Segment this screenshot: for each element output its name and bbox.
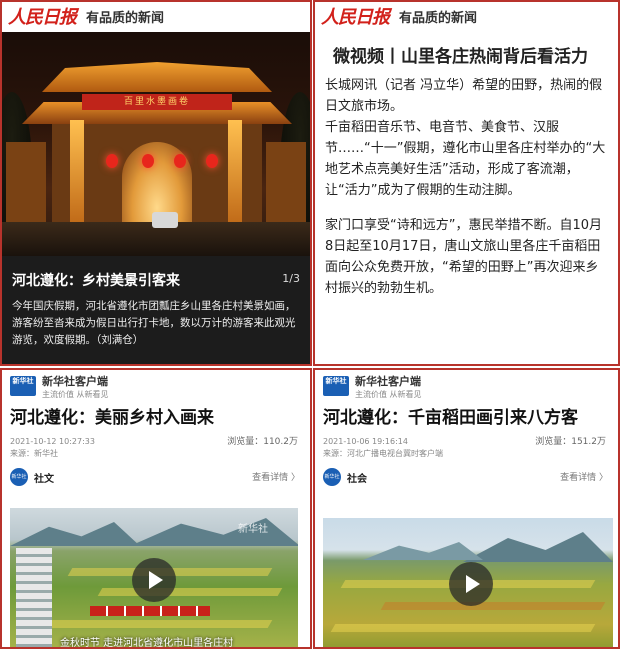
side-building bbox=[266, 142, 306, 222]
xinhua-slogan: 主流价值 从新看见 bbox=[42, 389, 109, 399]
category-row: 新华社 社会 查看详情 〉 bbox=[315, 460, 618, 486]
post-title[interactable]: 河北遵化：美丽乡村入画来 bbox=[2, 402, 310, 430]
caption-text: 今年国庆假期，河北省遵化市团瓢庄乡山里各庄村美景如画，游客纷至沓来成为假日出行打… bbox=[12, 300, 296, 346]
category-label: 社会 bbox=[347, 473, 367, 485]
post-title[interactable]: 河北遵化：千亩稻田画引来八方客 bbox=[315, 402, 618, 430]
post-source: 来源：新华社 bbox=[10, 449, 58, 458]
xinhua-header: 新华社 新华社客户端 主流价值 从新看见 bbox=[315, 370, 618, 402]
people-daily-slogan: 有品质的新闻 bbox=[399, 10, 478, 26]
xinhua-app-name: 新华社客户端 bbox=[42, 374, 108, 388]
village-gate-photo[interactable]: 百里水墨画卷 bbox=[2, 32, 310, 256]
field-strip bbox=[47, 620, 273, 628]
lantern-icon bbox=[206, 154, 218, 168]
view-details-link[interactable]: 查看详情 〉 bbox=[252, 470, 300, 483]
article-paragraph: 长城网讯（记者 冯立华）希望的田野，热闹的假日文旅市场。 bbox=[325, 78, 603, 114]
lantern-icon bbox=[174, 154, 186, 168]
xinhua-app-name: 新华社客户端 bbox=[355, 374, 421, 388]
mountain bbox=[10, 522, 140, 546]
people-daily-slogan: 有品质的新闻 bbox=[86, 10, 165, 26]
caption-title: 河北遵化：乡村美景引客来 bbox=[12, 273, 180, 289]
category-row: 新华社 社文 查看详情 〉 bbox=[2, 460, 310, 486]
tourist-train bbox=[90, 606, 210, 616]
post-meta: 2021-10-06 19:16:14 来源：河北广播电视台冀时客户端 浏览量：… bbox=[315, 430, 618, 460]
xinhua-video-panel: 新华社 新华社客户端 主流价值 从新看见 河北遵化：千亩稻田画引来八方客 202… bbox=[313, 368, 620, 649]
article-paragraph: 千亩稻田音乐节、电音节、美食节、汉服节……“十一”假期，遵化市山里各庄村举办的“… bbox=[325, 120, 606, 198]
article-paragraph: 家门口享受“诗和远方”，惠民举措不断。自10月8日起至10月17日，唐山文旅山里… bbox=[325, 218, 603, 296]
view-details-link[interactable]: 查看详情 〉 bbox=[560, 470, 608, 483]
mountain bbox=[363, 542, 483, 560]
post-meta: 2021-10-12 10:27:33 来源：新华社 浏览量：110.2万 bbox=[2, 430, 310, 460]
field-strip bbox=[97, 588, 283, 596]
article-title: 微视频丨山里各庄热闹背后看活力 bbox=[333, 47, 588, 67]
gate-pillar bbox=[228, 120, 242, 224]
video-watermark: 新华社 bbox=[238, 524, 268, 535]
video-player[interactable] bbox=[323, 518, 613, 647]
view-count: 浏览量：110.2万 bbox=[227, 437, 298, 447]
play-icon[interactable] bbox=[132, 558, 176, 602]
play-icon[interactable] bbox=[449, 562, 493, 606]
post-source: 来源：河北广播电视台冀时客户端 bbox=[323, 449, 443, 458]
view-count: 浏览量：151.2万 bbox=[535, 437, 606, 447]
mountain bbox=[130, 518, 298, 546]
category-avatar: 新华社 bbox=[10, 468, 28, 486]
lantern-icon bbox=[106, 154, 118, 168]
mountain bbox=[463, 532, 613, 562]
article-panel: 人民日报 有品质的新闻 微视频丨山里各庄热闹背后看活力 长城网讯（记者 冯立华）… bbox=[313, 0, 620, 366]
car bbox=[152, 212, 178, 228]
field-strip bbox=[380, 602, 606, 610]
lantern-icon bbox=[142, 154, 154, 168]
photo-index: 1/3 bbox=[282, 272, 300, 285]
gate-upper-roof bbox=[42, 62, 272, 92]
xinhua-slogan: 主流价值 从新看见 bbox=[355, 389, 422, 399]
category-avatar: 新华社 bbox=[323, 468, 341, 486]
category-label: 社文 bbox=[34, 473, 54, 485]
video-player[interactable]: 新华社 金秋时节 走进河北省遵化市山里各庄村 bbox=[10, 508, 298, 649]
xinhua-video-panel: 新华社 新华社客户端 主流价值 从新看见 河北遵化：美丽乡村入画来 2021-1… bbox=[0, 368, 312, 649]
article-body: 长城网讯（记者 冯立华）希望的田野，热闹的假日文旅市场。 千亩稻田音乐节、电音节… bbox=[315, 67, 618, 299]
photo-caption: 河北遵化：乡村美景引客来 1/3 今年国庆假期，河北省遵化市团瓢庄乡山里各庄村美… bbox=[2, 256, 310, 364]
xinhua-header: 新华社 新华社客户端 主流价值 从新看见 bbox=[2, 370, 310, 402]
observation-tower bbox=[16, 548, 52, 647]
people-daily-logo[interactable]: 人民日报 bbox=[8, 3, 77, 29]
video-caption: 金秋时节 走进河北省遵化市山里各庄村 bbox=[60, 638, 234, 649]
people-daily-header: 人民日报 有品质的新闻 bbox=[2, 2, 310, 30]
gate-sign: 百里水墨画卷 bbox=[82, 94, 232, 110]
photo-post-panel: 人民日报 有品质的新闻 百里水墨画卷 河北遵化：乡村美景引客来 1/3 今年国庆… bbox=[0, 0, 312, 366]
gate-pillar bbox=[70, 120, 84, 224]
xinhua-logo[interactable]: 新华社 bbox=[323, 376, 349, 396]
xinhua-logo[interactable]: 新华社 bbox=[10, 376, 36, 396]
side-building bbox=[6, 142, 46, 222]
field-strip bbox=[330, 624, 596, 632]
people-daily-header: 人民日报 有品质的新闻 bbox=[315, 2, 618, 30]
people-daily-logo[interactable]: 人民日报 bbox=[321, 3, 390, 29]
